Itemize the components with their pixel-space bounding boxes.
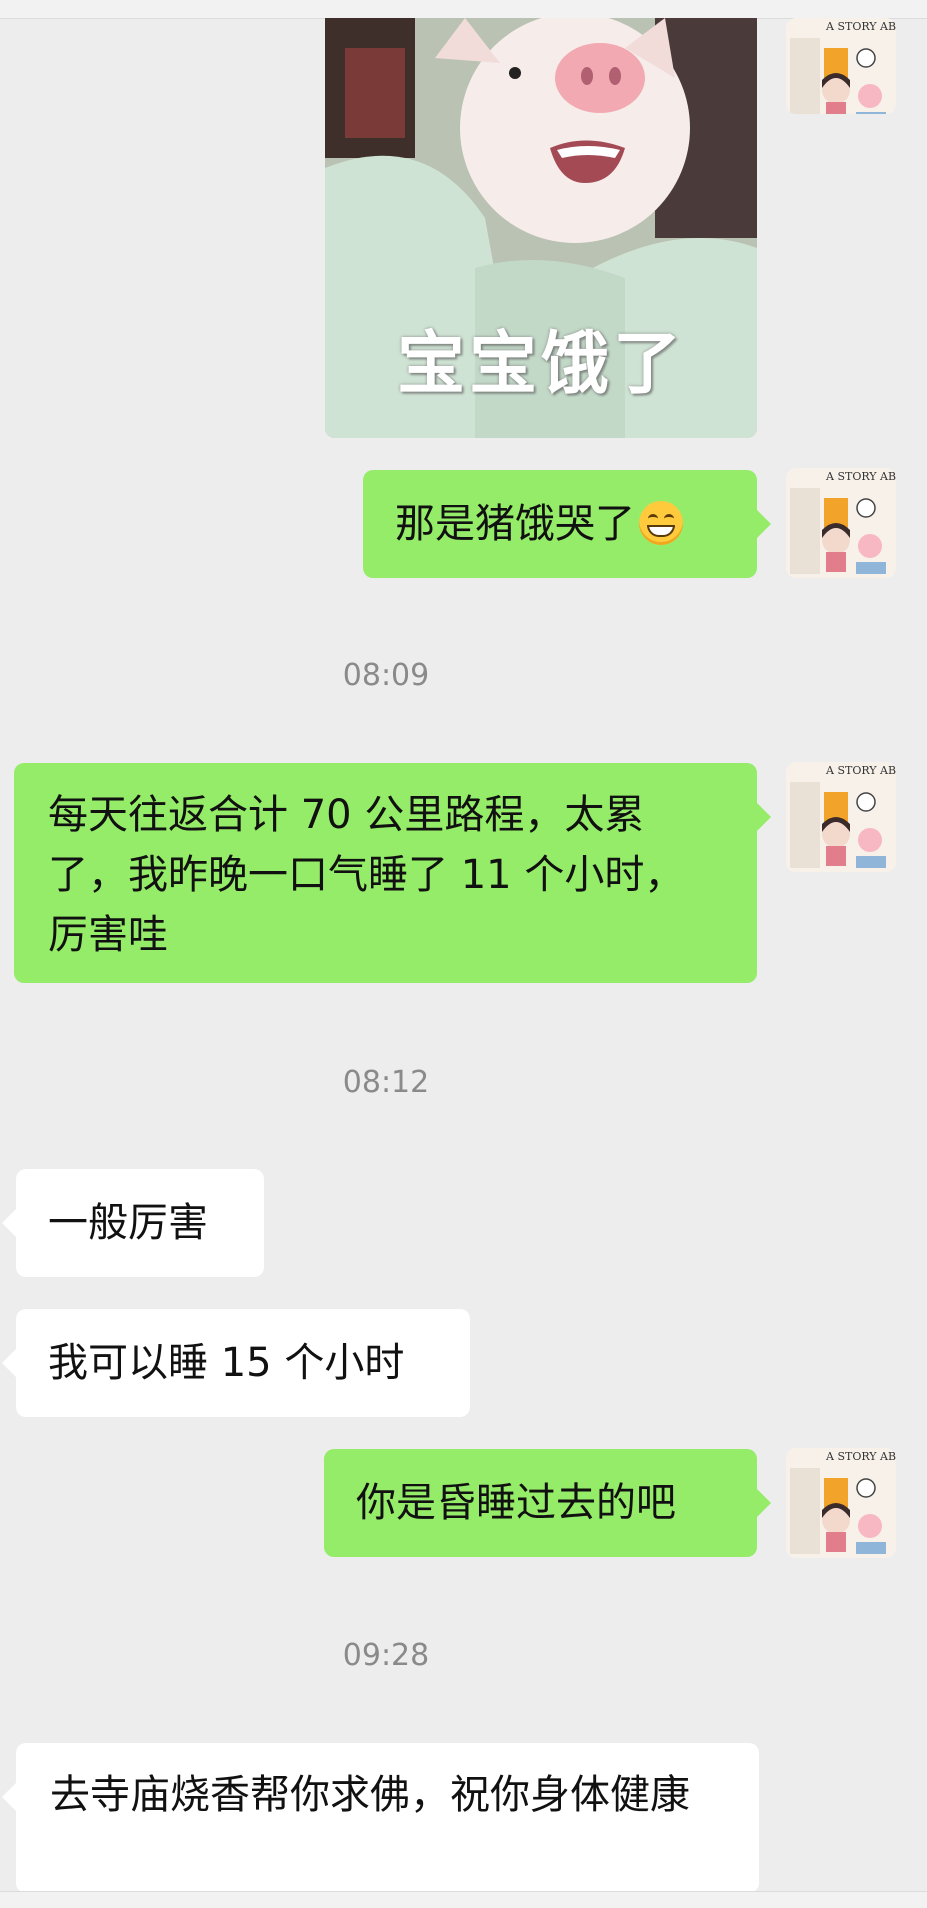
avatar-text: A STORY ABOUT [825, 764, 896, 777]
message-text: 一般厉害 [48, 1200, 208, 1246]
avatar-text: A STORY ABOUT [825, 20, 896, 33]
timestamp: 08:09 [342, 658, 430, 693]
avatar[interactable]: A STORY ABOUT [786, 762, 896, 872]
bottom-edge-bar [0, 1891, 927, 1908]
message-text: 你是昏睡过去的吧 [356, 1480, 676, 1526]
message-bubble-me[interactable]: 你是昏睡过去的吧 [324, 1449, 771, 1557]
message-bubble-me[interactable]: 每天往返合计 70 公里路程，太累了，我昨晚一口气睡了 11 个小时，厉害哇 [14, 763, 771, 983]
message-text: 那是猪饿哭了 [395, 501, 635, 547]
message-text: 去寺庙烧香帮你求佛，祝你身体健康 [50, 1772, 690, 1818]
message-text: 我可以睡 15 个小时 [48, 1340, 405, 1386]
illustrated-girl-avatar-icon: A STORY ABOUT [786, 468, 896, 578]
top-edge-bar [0, 0, 927, 19]
avatar[interactable]: A STORY ABOUT [786, 1448, 896, 1558]
avatar-text: A STORY ABOUT [825, 470, 896, 483]
pig-sticker-image[interactable]: 宝宝饿了 [325, 18, 757, 438]
timestamp: 08:12 [342, 1065, 430, 1100]
message-text: 每天往返合计 70 公里路程，太累了，我昨晚一口气睡了 11 个小时，厉害哇 [48, 792, 685, 958]
illustrated-girl-avatar-icon: A STORY ABOUT [786, 762, 896, 872]
timestamp: 09:28 [342, 1638, 430, 1673]
message-bubble-me[interactable]: 那是猪饿哭了 [363, 470, 771, 578]
message-bubble-other[interactable]: 去寺庙烧香帮你求佛，祝你身体健康 [2, 1743, 759, 1893]
message-bubble-other[interactable]: 一般厉害 [2, 1169, 264, 1277]
avatar-text: A STORY ABOUT [825, 1450, 896, 1463]
grinning-face-icon [639, 501, 683, 545]
avatar[interactable]: A STORY ABOUT [786, 18, 896, 114]
illustrated-girl-avatar-icon: A STORY ABOUT [786, 18, 896, 114]
illustrated-girl-avatar-icon: A STORY ABOUT [786, 1448, 896, 1558]
avatar[interactable]: A STORY ABOUT [786, 468, 896, 578]
sticker-caption: 宝宝饿了 [396, 325, 685, 404]
message-bubble-other[interactable]: 我可以睡 15 个小时 [2, 1309, 470, 1417]
